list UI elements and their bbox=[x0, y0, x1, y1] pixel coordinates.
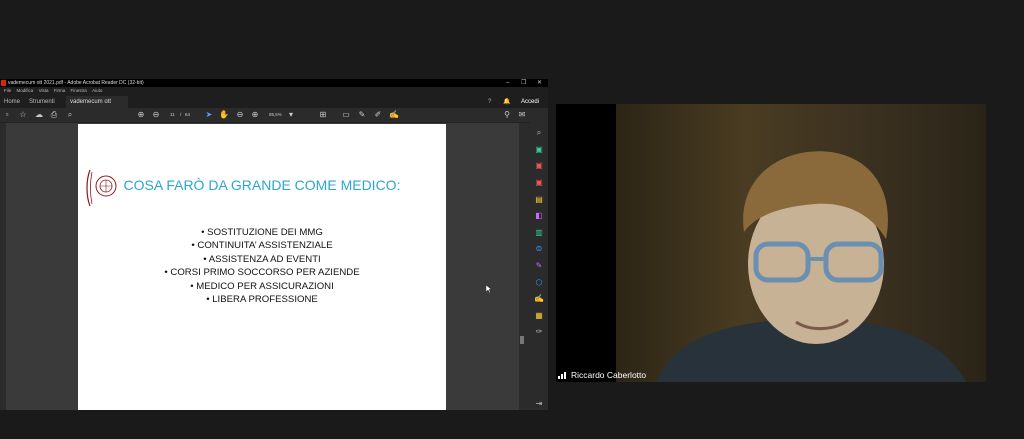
slide-bullets: SOSTITUZIONE DEI MMG CONTINUITA’ ASSISTE… bbox=[78, 226, 446, 306]
menu-firma[interactable]: Firma bbox=[54, 88, 66, 93]
accessibility-icon[interactable]: ✑ bbox=[534, 327, 544, 337]
page-current[interactable]: 11 bbox=[170, 110, 175, 120]
menu-finestra[interactable]: Finestra bbox=[71, 88, 87, 93]
title-bar: vademecum ott 2021.pdf - Adobe Acrobat R… bbox=[0, 79, 548, 87]
bullet-item: MEDICO PER ASSICURAZIONI bbox=[78, 280, 446, 293]
slide-title: COSA FARÒ DA GRANDE COME MEDICO: bbox=[123, 177, 401, 193]
upload-icon[interactable]: ☁ bbox=[34, 110, 44, 120]
mail-icon[interactable]: ✉ bbox=[517, 110, 527, 120]
menu-bar: File Modifica Vista Firma Finestra Aiuto bbox=[0, 87, 548, 94]
maximize-button[interactable]: ❐ bbox=[521, 79, 526, 87]
tab-home[interactable]: Home bbox=[0, 96, 24, 108]
menu-file[interactable]: File bbox=[4, 88, 11, 93]
pen-icon[interactable]: ✎ bbox=[357, 110, 367, 120]
collapse-panel-icon[interactable]: ⇥ bbox=[534, 399, 544, 409]
bell-icon[interactable]: 🔔 bbox=[499, 96, 514, 108]
mouse-cursor-icon bbox=[486, 285, 492, 293]
search-icon[interactable]: ⌕ bbox=[65, 110, 75, 120]
share-link-icon[interactable]: ⚲ bbox=[502, 110, 512, 120]
hand-icon[interactable]: ✋ bbox=[219, 110, 229, 120]
help-icon[interactable]: ? bbox=[484, 96, 495, 108]
menu-modifica[interactable]: Modifica bbox=[17, 88, 34, 93]
fill-sign-icon[interactable]: ✎ bbox=[534, 261, 544, 271]
protect-icon[interactable]: ⬡ bbox=[534, 278, 544, 288]
menu-aiuto[interactable]: Aiuto bbox=[92, 88, 102, 93]
toolbar: ▫ ☆ ☁ ⎙ ⌕ ⊕ ⊖ 11 / 64 ➤ ✋ ⊖ ⊕ 85,5% ▾ ⊞ … bbox=[0, 108, 548, 123]
bullet-item: ASSISTENZA AD EVENTI bbox=[78, 253, 446, 266]
zoom-out-icon[interactable]: ⊖ bbox=[235, 110, 245, 120]
pdf-page: COSA FARÒ DA GRANDE COME MEDICO: SOSTITU… bbox=[78, 124, 446, 410]
edit-pdf-icon[interactable]: ▣ bbox=[534, 178, 544, 188]
star-icon[interactable]: ☆ bbox=[18, 110, 28, 120]
export-pdf-icon[interactable]: ▣ bbox=[534, 145, 544, 155]
sign-in-button[interactable]: Accedi bbox=[517, 96, 543, 108]
page-total: 64 bbox=[185, 112, 191, 117]
vertical-scrollbar[interactable] bbox=[519, 123, 525, 410]
sign-icon[interactable]: ✍ bbox=[389, 110, 399, 120]
comment-icon[interactable]: ▭ bbox=[341, 110, 351, 120]
prev-page-icon[interactable]: ⊕ bbox=[136, 110, 146, 120]
bullet-item: CORSI PRIMO SOCCORSO PER AZIENDE bbox=[78, 266, 446, 279]
minimize-button[interactable]: – bbox=[506, 79, 509, 87]
pdf-icon bbox=[1, 80, 6, 86]
tab-tools[interactable]: Strumenti bbox=[25, 96, 59, 108]
page-separator: / bbox=[180, 112, 182, 117]
zoom-icon[interactable]: ⌕ bbox=[534, 128, 544, 138]
combine-icon[interactable]: ◧ bbox=[534, 211, 544, 221]
signal-strength-icon bbox=[558, 372, 566, 379]
next-page-icon[interactable]: ⊖ bbox=[151, 110, 161, 120]
scrollbar-thumb[interactable] bbox=[520, 336, 524, 344]
zoom-level[interactable]: 85,5% bbox=[269, 110, 282, 120]
bullet-item: SOSTITUZIONE DEI MMG bbox=[78, 226, 446, 239]
highlight-icon[interactable]: ✐ bbox=[373, 110, 383, 120]
menu-vista[interactable]: Vista bbox=[39, 88, 49, 93]
scroll-mode-icon[interactable]: ⊞ bbox=[318, 110, 328, 120]
bullet-item: LIBERA PROFESSIONE bbox=[78, 293, 446, 306]
create-pdf-icon[interactable]: ▣ bbox=[534, 161, 544, 171]
print-icon[interactable]: ⎙ bbox=[49, 110, 59, 120]
tab-bar: Home Strumenti vademecum ott 20... × ? 🔔… bbox=[0, 94, 548, 117]
compress-icon[interactable]: ⊜ bbox=[534, 244, 544, 254]
video-feed bbox=[616, 104, 986, 382]
tab-document[interactable]: vademecum ott 20... × bbox=[66, 96, 128, 117]
zoom-in-icon[interactable]: ⊕ bbox=[250, 110, 260, 120]
chevron-down-icon[interactable]: ▾ bbox=[286, 110, 296, 120]
bullet-item: CONTINUITA’ ASSISTENZIALE bbox=[78, 239, 446, 252]
send-sign-icon[interactable]: ✍ bbox=[534, 294, 544, 304]
tools-panel: ⌕ ▣ ▣ ▣ ▤ ◧ ▥ ⊜ ✎ ⬡ ✍ ▦ ✑ ⇥ bbox=[530, 108, 548, 410]
window-title: vademecum ott 2021.pdf - Adobe Acrobat R… bbox=[8, 80, 144, 86]
acrobat-window: vademecum ott 2021.pdf - Adobe Acrobat R… bbox=[0, 79, 548, 410]
comment-tool-icon[interactable]: ▤ bbox=[534, 195, 544, 205]
save-icon[interactable]: ▫ bbox=[2, 110, 12, 120]
close-window-button[interactable]: ✕ bbox=[537, 79, 542, 87]
organize-icon[interactable]: ▥ bbox=[534, 228, 544, 238]
participant-portrait bbox=[656, 151, 966, 382]
cursor-icon[interactable]: ➤ bbox=[204, 110, 214, 120]
participant-name: Riccardo Caberlotto bbox=[571, 370, 647, 380]
more-tools-icon[interactable]: ▦ bbox=[534, 311, 544, 321]
